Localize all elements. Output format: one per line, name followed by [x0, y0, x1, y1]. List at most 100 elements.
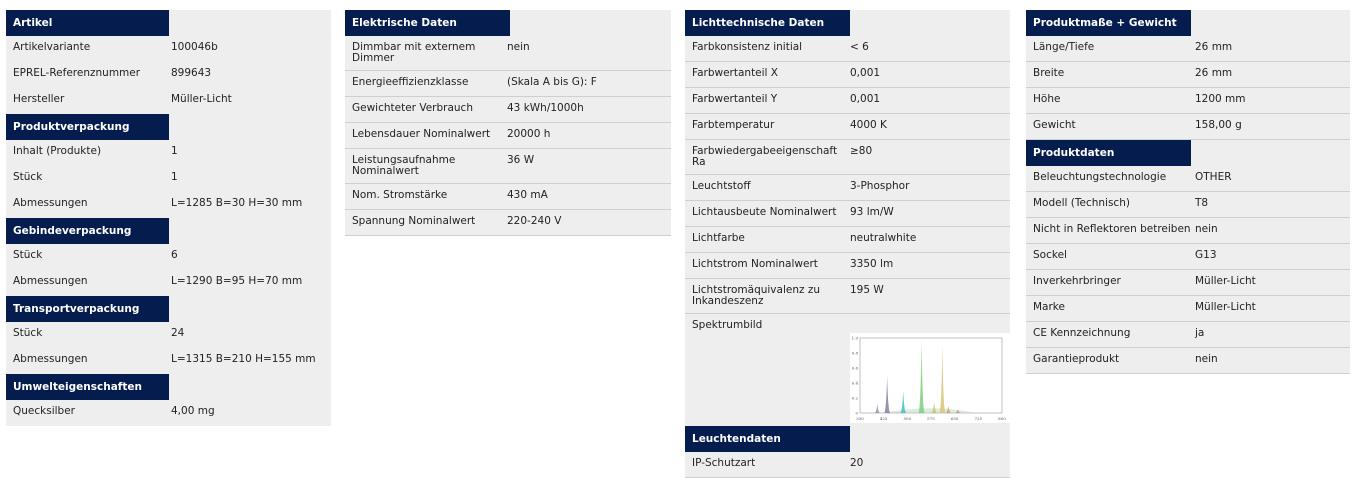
property-row-energieeffizienzklasse: Energieeffizienzklasse (Skala A bis G): F: [345, 71, 671, 97]
property-label: Dimmbar mit externem Dimmer: [352, 41, 476, 64]
property-value: nein: [507, 41, 530, 53]
property-row-lichtausbeute-nominalwert: Lichtausbeute Nominalwert 93 lm/W: [685, 201, 1010, 227]
property-value: 36 W: [507, 154, 535, 166]
property-row-farbwiedergabeeigenschaft-ra: Farbwiedergabeeigenschaft Ra ≥80: [685, 140, 1010, 175]
property-label: Quecksilber: [13, 405, 75, 417]
property-label: Garantieprodukt: [1033, 353, 1120, 365]
property-row-lichtstrom-nominalwert: Lichtstrom Nominalwert 3350 lm: [685, 253, 1010, 279]
spectrum-y-tick: 0: [855, 411, 858, 416]
property-value: 3-Phosphor: [850, 180, 910, 192]
property-row-spektrumbild: Spektrumbild 350 425 500 575 650 725 800 1.0 0.8 0…: [685, 314, 1010, 426]
spectrum-x-tick: 575: [927, 416, 935, 421]
spectrum-peak: [874, 404, 881, 413]
section-header-artikel: Artikel: [6, 10, 169, 36]
property-label: Breite: [1033, 67, 1065, 79]
property-value: (Skala A bis G): F: [507, 76, 597, 88]
property-label: Gewicht: [1033, 119, 1076, 131]
property-row-dimmbar-mit-externem-dimmer: Dimmbar mit externem Dimmer nein: [345, 36, 671, 71]
spectrum-x-tick: 425: [880, 416, 888, 421]
property-label: Inhalt (Produkte): [13, 145, 102, 157]
property-value: 1: [171, 145, 178, 157]
property-label: Abmessungen: [13, 353, 88, 365]
property-label: Gewichteter Verbrauch: [352, 102, 473, 114]
property-label: Spektrumbild: [692, 319, 763, 331]
property-row-abmessungen: Abmessungen L=1285 B=30 H=30 mm: [6, 192, 331, 218]
property-row-stück: Stück 24: [6, 322, 331, 348]
property-row-breite: Breite 26 mm: [1026, 62, 1350, 88]
property-label: CE Kennzeichnung: [1033, 327, 1131, 339]
property-row-gewicht: Gewicht 158,00 g: [1026, 114, 1350, 140]
property-value: 43 kWh/1000h: [507, 102, 584, 114]
property-label: Lebensdauer Nominalwert: [352, 128, 491, 140]
property-value: 4000 K: [850, 119, 887, 131]
property-value: nein: [1195, 353, 1218, 365]
spectrum-frame: [859, 337, 1003, 414]
property-row-ip-schutzart: IP-Schutzart 20: [685, 452, 1010, 478]
property-row-artikelvariante: Artikelvariante 100046b: [6, 36, 331, 62]
property-value: 0,001: [850, 93, 881, 105]
property-value: G13: [1195, 249, 1217, 261]
spectrum-x-tick: 650: [951, 416, 959, 421]
property-label: Leistungsaufnahme Nominalwert: [352, 154, 456, 177]
property-value: 195 W: [850, 284, 884, 296]
spectrum-peak: [918, 339, 925, 413]
property-row-marke: Marke Müller-Licht: [1026, 296, 1350, 322]
property-row-lichtfarbe: Lichtfarbe neutralwhite: [685, 227, 1010, 253]
property-row-stück: Stück 1: [6, 166, 331, 192]
property-label: Farbkonsistenz initial: [692, 41, 803, 53]
property-value: neutralwhite: [850, 232, 917, 244]
property-value: 430 mA: [507, 189, 548, 201]
property-label: Energieeffizienzklasse: [352, 76, 469, 88]
property-row-höhe: Höhe 1200 mm: [1026, 88, 1350, 114]
property-label: Modell (Technisch): [1033, 197, 1130, 209]
column-artikel: Artikel Artikelvariante 100046b EPREL-Refer…: [6, 10, 331, 426]
property-row-farbwertanteil-x: Farbwertanteil X 0,001: [685, 62, 1010, 88]
property-label: Hersteller: [13, 93, 65, 105]
property-value: nein: [1195, 223, 1218, 235]
property-label: Nom. Stromstärke: [352, 189, 448, 201]
property-value: T8: [1195, 197, 1209, 209]
section-header-produktdaten: Produktdaten: [1026, 140, 1191, 166]
property-value: 158,00 g: [1195, 119, 1242, 131]
property-label: Farbwertanteil Y: [692, 93, 778, 105]
property-label: Höhe: [1033, 93, 1061, 105]
property-row-abmessungen: Abmessungen L=1290 B=95 H=70 mm: [6, 270, 331, 296]
spectrum-y-tick: 0.2: [852, 396, 859, 401]
section-header-umwelteigenschaften: Umwelteigenschaften: [6, 374, 169, 400]
section-header-gebindeverpackung: Gebindeverpackung: [6, 218, 169, 244]
property-value: Müller-Licht: [1195, 301, 1256, 313]
property-label: Stück: [13, 249, 43, 261]
property-label: Farbtemperatur: [692, 119, 775, 131]
property-label: Abmessungen: [13, 197, 88, 209]
spectrum-peak: [883, 375, 891, 413]
property-label: Beleuchtungstechnologie: [1033, 171, 1167, 183]
property-row-lebensdauer-nominalwert: Lebensdauer Nominalwert 20000 h: [345, 123, 671, 149]
spectrum-y-tick: 0.6: [852, 366, 859, 371]
property-value: 220-240 V: [507, 215, 562, 227]
property-value: ≥80: [850, 145, 873, 157]
property-row-garantieprodukt: Garantieprodukt nein: [1026, 348, 1350, 374]
property-value: L=1290 B=95 H=70 mm: [171, 275, 303, 287]
property-label: Marke: [1033, 301, 1065, 313]
property-value: ja: [1195, 327, 1205, 339]
property-value: 3350 lm: [850, 258, 894, 270]
property-value: 26 mm: [1195, 67, 1233, 79]
property-value: 1200 mm: [1195, 93, 1246, 105]
spectrum-y-tick: 0.4: [852, 381, 859, 386]
spectrum-x-tick: 725: [975, 416, 983, 421]
property-value: L=1315 B=210 H=155 mm: [171, 353, 316, 365]
property-row-beleuchtungstechnologie: Beleuchtungstechnologie OTHER: [1026, 166, 1350, 192]
property-value: 1: [171, 171, 178, 183]
property-label: Leuchtstoff: [692, 180, 751, 192]
property-row-inverkehrbringer: Inverkehrbringer Müller-Licht: [1026, 270, 1350, 296]
property-value: Müller-Licht: [1195, 275, 1256, 287]
property-label: IP-Schutzart: [692, 457, 756, 469]
property-label: Abmessungen: [13, 275, 88, 287]
property-row-leuchtstoff: Leuchtstoff 3-Phosphor: [685, 175, 1010, 201]
property-value: 20: [850, 457, 864, 469]
section-header-elektrische-daten: Elektrische Daten: [345, 10, 510, 36]
property-row-inhalt-produkte: Inhalt (Produkte) 1: [6, 140, 331, 166]
property-row-spannung-nominalwert: Spannung Nominalwert 220-240 V: [345, 210, 671, 236]
spectrum-x-tick: 350: [856, 416, 864, 421]
property-row-farbwertanteil-y: Farbwertanteil Y 0,001: [685, 88, 1010, 114]
